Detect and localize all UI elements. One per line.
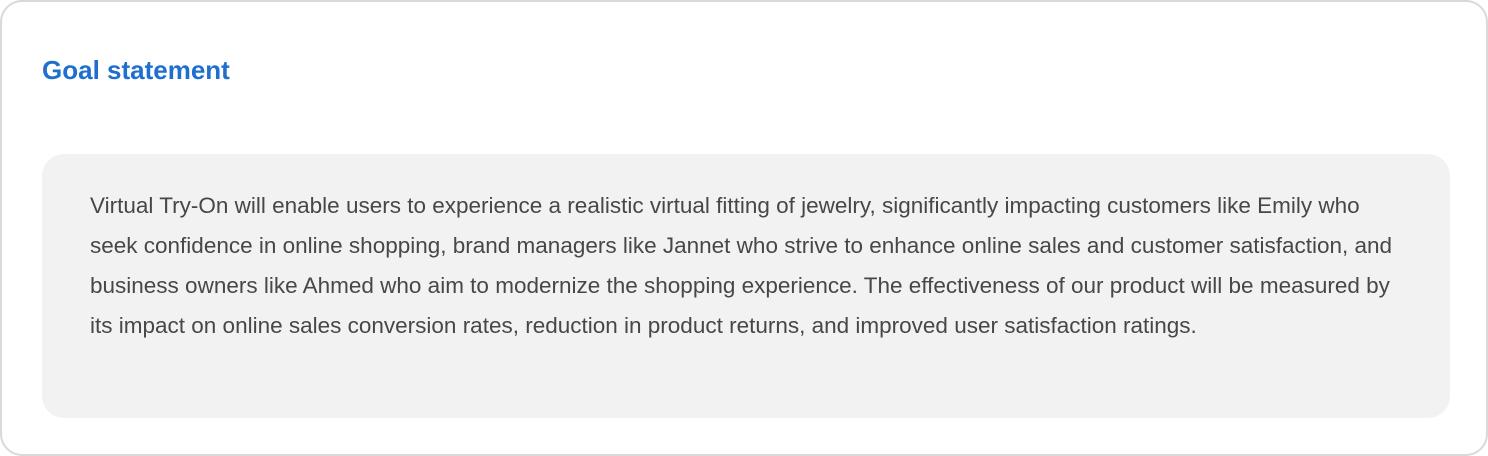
goal-statement-panel: Virtual Try-On will enable users to expe… — [42, 154, 1450, 418]
goal-statement-text: Virtual Try-On will enable users to expe… — [90, 193, 1393, 338]
goal-statement-card: Goal statement Virtual Try-On will enabl… — [0, 0, 1488, 456]
section-title: Goal statement — [42, 55, 230, 85]
